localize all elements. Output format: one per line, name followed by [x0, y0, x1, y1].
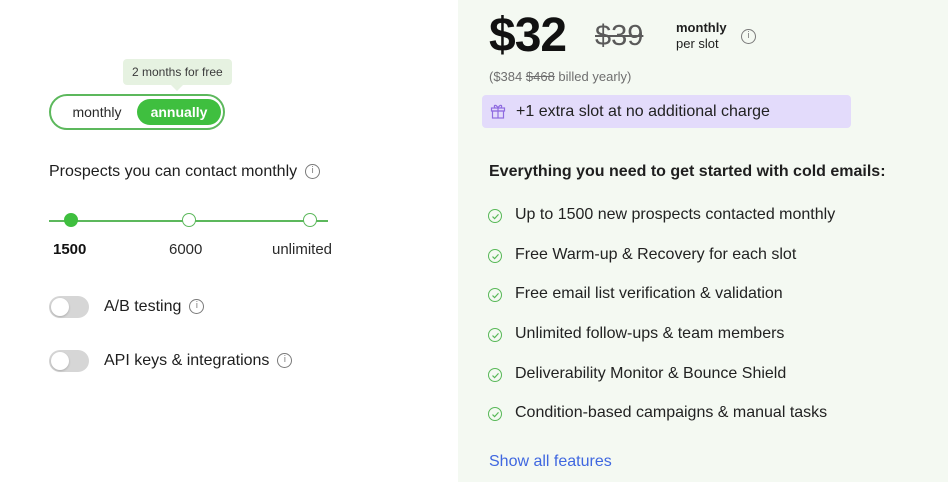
- check-circle-icon: [488, 249, 502, 263]
- period-monthly: monthly: [676, 20, 727, 35]
- slider-knob-unlimited[interactable]: [303, 213, 317, 227]
- api-keys-label: API keys & integrations: [104, 352, 270, 369]
- billing-option-monthly[interactable]: monthly: [57, 100, 137, 124]
- switch-thumb: [51, 352, 69, 370]
- ab-testing-label: A/B testing: [104, 298, 182, 315]
- check-circle-icon: [488, 407, 502, 421]
- slider-label-unlimited[interactable]: unlimited: [272, 241, 332, 259]
- check-circle-icon: [488, 328, 502, 342]
- billed-prefix: ($384: [489, 69, 526, 84]
- switch-thumb: [51, 298, 69, 316]
- billed-yearly-note: ($384 $468 billed yearly): [489, 69, 631, 85]
- check-circle-icon: [488, 209, 502, 223]
- plan-config-panel: 2 months for free monthly annually Prosp…: [0, 0, 458, 482]
- feature-text: Free email list verification & validatio…: [515, 285, 783, 302]
- price-old: $39: [595, 20, 644, 52]
- info-icon[interactable]: i: [305, 164, 321, 180]
- show-all-features-link[interactable]: Show all features: [489, 452, 612, 472]
- info-icon[interactable]: i: [189, 299, 205, 315]
- extra-slot-offer: +1 extra slot at no additional charge: [482, 95, 851, 128]
- feature-text: Unlimited follow-ups & team members: [515, 325, 785, 342]
- slider-knob-6000[interactable]: [182, 213, 196, 227]
- feature-text: Free Warm-up & Recovery for each slot: [515, 246, 797, 263]
- feature-text: Deliverability Monitor & Bounce Shield: [515, 365, 787, 382]
- billed-suffix: billed yearly): [554, 69, 632, 84]
- slider-label-6000[interactable]: 6000: [169, 241, 202, 259]
- price-current: $32: [489, 9, 567, 62]
- features-title: Everything you need to get started with …: [489, 163, 886, 180]
- billed-old-amount: $468: [525, 69, 555, 84]
- billing-option-annually[interactable]: annually: [137, 99, 221, 125]
- price-period: monthly per slot: [676, 20, 727, 52]
- period-per-slot: per slot: [676, 36, 719, 51]
- ab-testing-switch[interactable]: [49, 296, 89, 318]
- slider-label-1500[interactable]: 1500: [53, 241, 86, 259]
- feature-text: Up to 1500 new prospects contacted month…: [515, 206, 836, 223]
- info-icon[interactable]: i: [277, 353, 293, 369]
- extra-slot-text: +1 extra slot at no additional charge: [516, 103, 770, 120]
- prospects-title-text: Prospects you can contact monthly: [49, 163, 298, 180]
- billing-period-toggle[interactable]: monthly annually: [49, 94, 225, 130]
- slider-knob-1500[interactable]: [64, 213, 78, 227]
- prospects-section-title: Prospects you can contact monthly i: [49, 162, 321, 182]
- api-keys-switch[interactable]: [49, 350, 89, 372]
- free-months-tooltip: 2 months for free: [123, 59, 232, 91]
- ab-testing-row: A/B testing i: [104, 297, 205, 317]
- check-circle-icon: [488, 288, 502, 302]
- feature-text: Condition-based campaigns & manual tasks: [515, 404, 828, 421]
- check-circle-icon: [488, 368, 502, 382]
- api-keys-row: API keys & integrations i: [104, 351, 293, 371]
- info-icon[interactable]: i: [741, 29, 756, 44]
- gift-icon: [490, 104, 506, 119]
